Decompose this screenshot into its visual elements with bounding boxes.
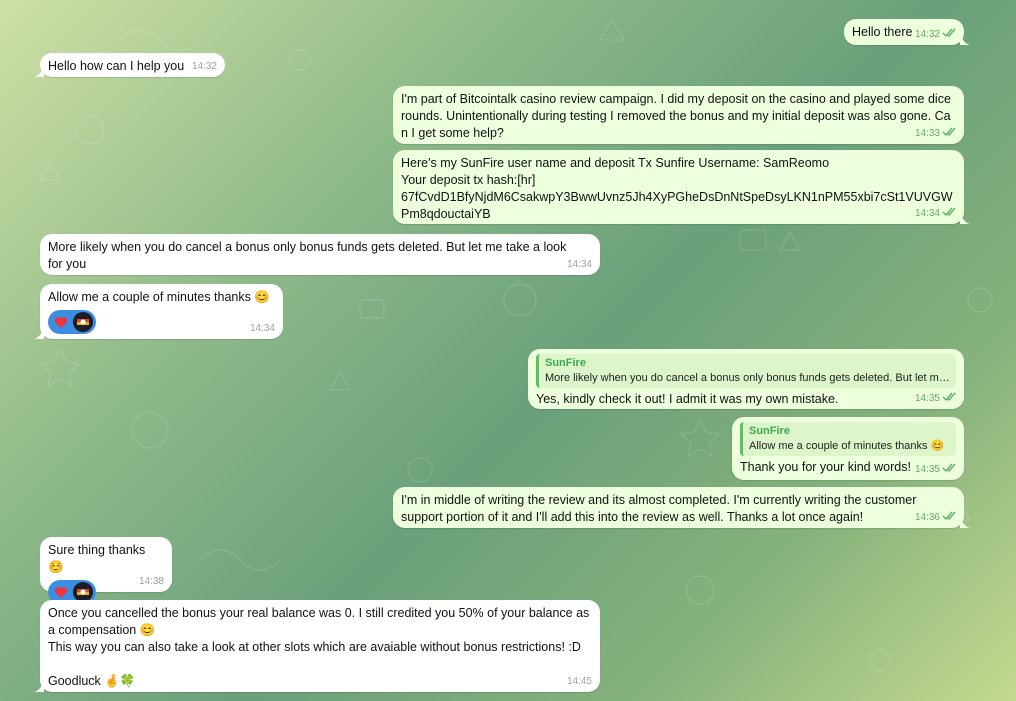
- message-time: 14:32: [914, 28, 940, 40]
- message-meta: 14:35: [915, 463, 956, 476]
- double-check-icon: [942, 127, 956, 140]
- message-text: Sure thing thanks ☺️: [48, 543, 149, 574]
- message-meta: 14:34: [567, 259, 592, 271]
- avatar: [73, 582, 93, 602]
- message-meta: 14:32: [915, 28, 956, 41]
- message-text: Hello how can I help you: [48, 59, 185, 73]
- message-reactions: [48, 310, 275, 334]
- reply-sender: SunFire: [545, 357, 586, 369]
- message-outgoing[interactable]: Hello there 14:32: [844, 19, 970, 45]
- bubble-tail: [34, 63, 44, 77]
- message-text: I'm in middle of writing the review and …: [401, 493, 920, 524]
- double-check-icon: [942, 463, 956, 476]
- message-outgoing[interactable]: I'm part of Bitcointalk casino review ca…: [393, 86, 964, 144]
- message-incoming[interactable]: More likely when you do cancel a bonus o…: [40, 234, 600, 275]
- bubble-tail: [34, 678, 44, 692]
- reply-text: More likely when you do cancel a bonus o…: [545, 372, 950, 384]
- message-text: I'm part of Bitcointalk casino review ca…: [401, 92, 955, 140]
- message-incoming[interactable]: Hello how can I help you 14:32: [34, 53, 225, 77]
- heart-icon: [51, 582, 71, 602]
- double-check-icon: [942, 511, 956, 524]
- message-meta: 14:34: [250, 323, 275, 335]
- message-text: Here's my SunFire user name and deposit …: [401, 156, 953, 221]
- message-text: Yes, kindly check it out! I admit it was…: [536, 392, 839, 406]
- message-time: 14:35: [914, 392, 940, 404]
- message-incoming[interactable]: Once you cancelled the bonus your real b…: [34, 600, 600, 692]
- message-meta: 14:33: [915, 127, 956, 140]
- bubble-tail: [960, 210, 970, 224]
- message-text: Hello there: [852, 25, 913, 39]
- message-meta: 14:35: [915, 392, 956, 405]
- double-check-icon: [942, 28, 956, 41]
- message-time: 14:32: [191, 61, 217, 72]
- message-text: Once you cancelled the bonus your real b…: [48, 606, 590, 688]
- message-outgoing[interactable]: SunFire Allow me a couple of minutes tha…: [732, 417, 964, 480]
- avatar: [73, 312, 93, 332]
- message-meta: 14:34: [915, 207, 956, 220]
- reply-text: Allow me a couple of minutes thanks 😊: [749, 440, 945, 452]
- message-time: 14:38: [138, 576, 164, 587]
- message-time: 14:33: [914, 127, 940, 139]
- message-meta: 14:36: [915, 511, 956, 524]
- reply-quote[interactable]: SunFire Allow me a couple of minutes tha…: [740, 422, 956, 456]
- reaction-pill[interactable]: [48, 310, 96, 334]
- message-time: 14:36: [914, 511, 940, 523]
- bubble-tail: [960, 31, 970, 45]
- reply-sender: SunFire: [749, 425, 790, 437]
- message-meta: 14:32: [192, 61, 217, 73]
- message-time: 14:34: [914, 207, 940, 219]
- message-meta: 14:45: [567, 676, 592, 688]
- bubble-tail: [34, 325, 44, 339]
- message-time: 14:34: [566, 259, 592, 270]
- message-time: 14:34: [249, 323, 275, 334]
- message-outgoing[interactable]: SunFire More likely when you do cancel a…: [528, 349, 964, 409]
- heart-icon: [51, 312, 71, 332]
- message-time: 14:35: [914, 463, 940, 475]
- message-outgoing[interactable]: Here's my SunFire user name and deposit …: [393, 150, 970, 224]
- message-incoming[interactable]: Allow me a couple of minutes thanks 😊 14…: [34, 284, 283, 339]
- message-text: Allow me a couple of minutes thanks 😊: [48, 290, 270, 304]
- double-check-icon: [942, 392, 956, 405]
- bubble-tail: [960, 514, 970, 528]
- message-meta: 14:38: [139, 576, 164, 588]
- double-check-icon: [942, 207, 956, 220]
- message-outgoing[interactable]: I'm in middle of writing the review and …: [393, 487, 970, 528]
- reply-quote[interactable]: SunFire More likely when you do cancel a…: [536, 354, 956, 388]
- message-text: More likely when you do cancel a bonus o…: [48, 240, 570, 271]
- message-incoming[interactable]: Sure thing thanks ☺️ 14:38: [40, 537, 172, 604]
- message-time: 14:45: [566, 676, 592, 687]
